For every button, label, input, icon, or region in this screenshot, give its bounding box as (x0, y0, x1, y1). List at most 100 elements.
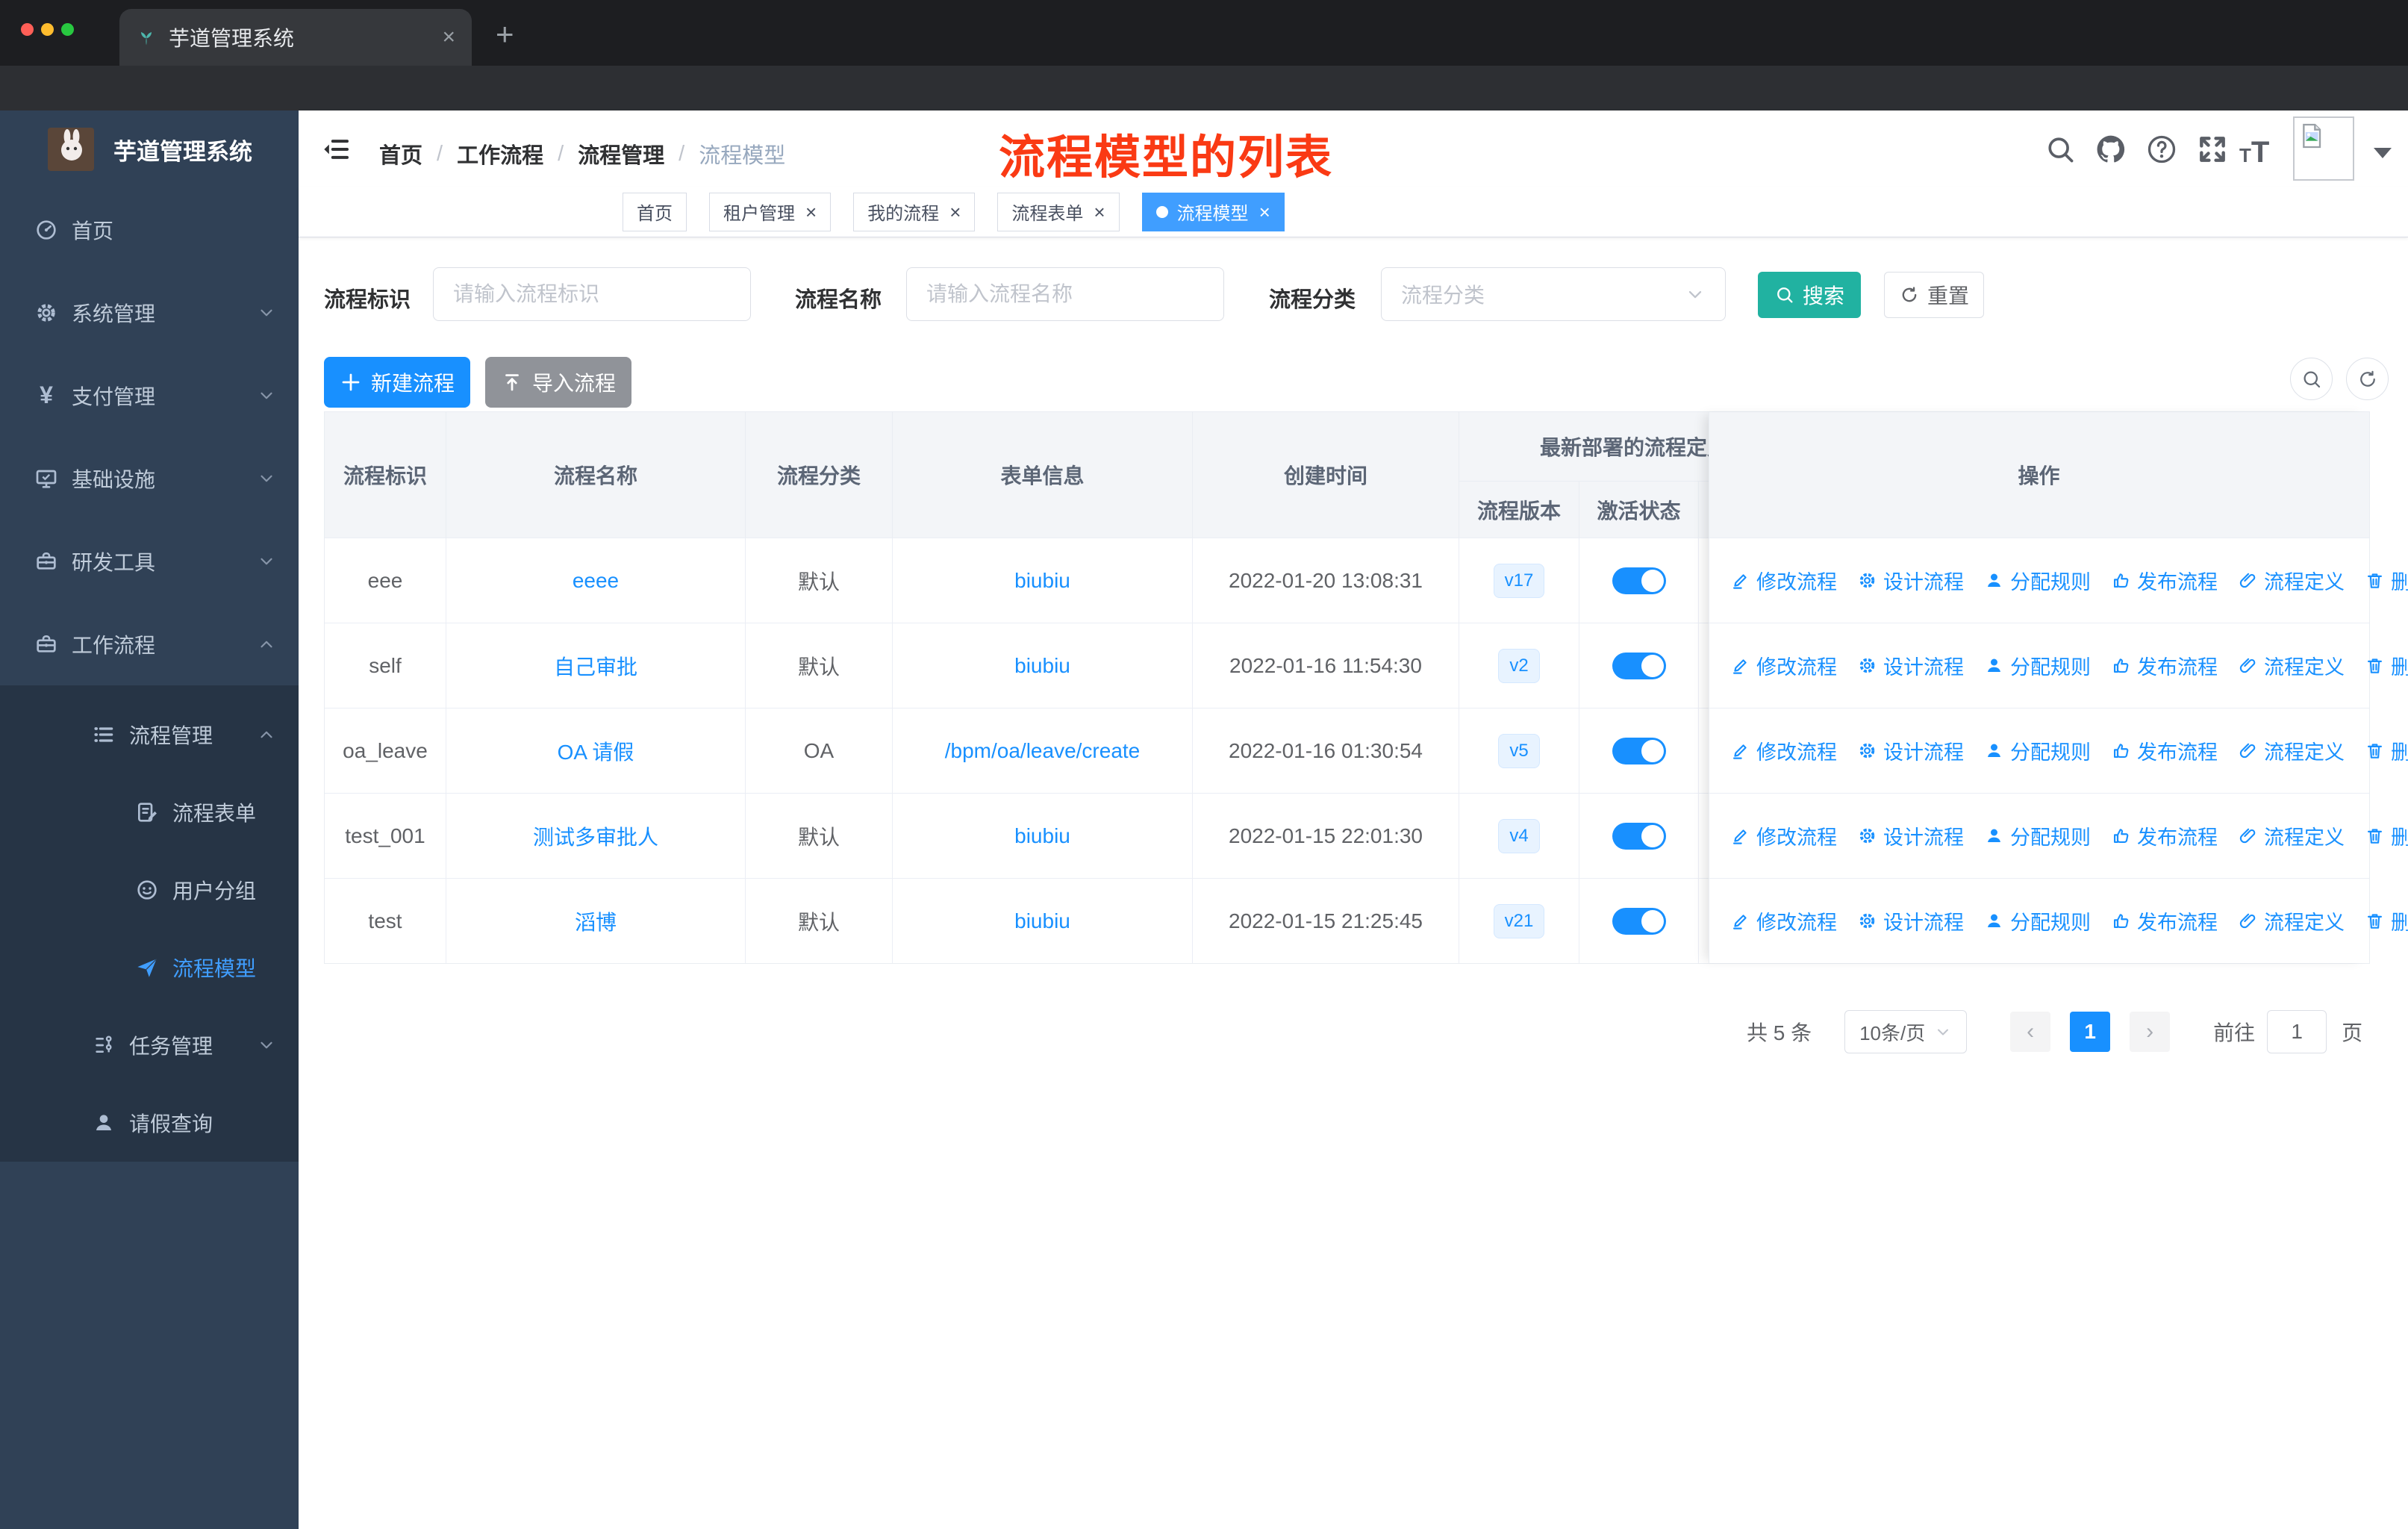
breadcrumb-home[interactable]: 首页 (379, 138, 422, 169)
process-name-input[interactable] (906, 267, 1224, 321)
action-assign[interactable]: 分配规则 (1984, 906, 2091, 935)
sidebar-item-list[interactable]: 流程管理 (0, 696, 299, 773)
tag-close-icon[interactable]: × (805, 202, 817, 222)
window-close-dot[interactable] (21, 23, 34, 36)
action-delete[interactable]: 删除 (2365, 736, 2408, 765)
sidebar-item-briefcase[interactable]: 工作流程 (0, 602, 299, 685)
process-name-link[interactable]: 测试多审批人 (446, 794, 746, 878)
action-delete[interactable]: 删除 (2365, 906, 2408, 935)
browser-tab[interactable]: 芋道管理系统 × (119, 9, 472, 66)
avatar-caret-icon[interactable] (2374, 148, 2392, 158)
form-info-link[interactable]: /bpm/oa/leave/create (893, 709, 1193, 793)
sidebar-fold-icon[interactable] (321, 134, 351, 164)
sidebar-item-tasks[interactable]: 任务管理 (0, 1006, 299, 1084)
action-edit[interactable]: 修改流程 (1730, 566, 1837, 595)
sidebar-item-monitor[interactable]: 基础设施 (0, 437, 299, 520)
process-category-select[interactable]: 流程分类 (1381, 267, 1726, 321)
action-design[interactable]: 设计流程 (1857, 566, 1964, 595)
form-info-link[interactable]: biubiu (893, 623, 1193, 708)
action-delete[interactable]: 删除 (2365, 821, 2408, 850)
action-design[interactable]: 设计流程 (1857, 821, 1964, 850)
active-toggle[interactable] (1612, 652, 1666, 679)
action-definition[interactable]: 流程定义 (2238, 906, 2345, 935)
search-button[interactable]: 搜索 (1758, 272, 1861, 318)
help-icon[interactable] (2145, 133, 2178, 166)
action-edit[interactable]: 修改流程 (1730, 736, 1837, 765)
sidebar-item-gear[interactable]: 系统管理 (0, 271, 299, 354)
action-delete[interactable]: 删除 (2365, 566, 2408, 595)
action-assign[interactable]: 分配规则 (1984, 566, 2091, 595)
form-info-link[interactable]: biubiu (893, 879, 1193, 963)
action-assign[interactable]: 分配规则 (1984, 736, 2091, 765)
sidebar-item-dashboard[interactable]: 首页 (0, 188, 299, 271)
sidebar-item-toolbox[interactable]: 研发工具 (0, 520, 299, 602)
reset-button[interactable]: 重置 (1884, 272, 1984, 318)
tab-close-icon[interactable]: × (442, 25, 455, 50)
breadcrumb-workflow[interactable]: 工作流程 (457, 138, 543, 169)
sidebar-item-group[interactable]: 用户分组 (0, 851, 299, 929)
prev-page-button[interactable]: ‹ (2010, 1012, 2051, 1052)
font-size-icon[interactable]: TT (2239, 136, 2269, 169)
brand[interactable]: 芋道管理系统 (0, 110, 299, 188)
sidebar-item-yen[interactable]: ¥ 支付管理 (0, 354, 299, 437)
action-edit[interactable]: 修改流程 (1730, 906, 1837, 935)
publish-icon (2113, 829, 2129, 844)
form-info-link[interactable]: biubiu (893, 538, 1193, 623)
active-toggle[interactable] (1612, 567, 1666, 594)
action-design[interactable]: 设计流程 (1857, 736, 1964, 765)
avatar[interactable] (2293, 116, 2354, 181)
page-size-select[interactable]: 10条/页 (1844, 1010, 1968, 1053)
col-header-category: 流程分类 (746, 412, 893, 538)
action-publish[interactable]: 发布流程 (2111, 906, 2218, 935)
tag-item[interactable]: 流程表单 × (997, 192, 1120, 231)
process-name-link[interactable]: OA 请假 (446, 709, 746, 793)
window-minimize-dot[interactable] (41, 23, 54, 36)
action-assign[interactable]: 分配规则 (1984, 821, 2091, 850)
action-assign[interactable]: 分配规则 (1984, 651, 2091, 680)
tag-close-icon[interactable]: × (1094, 202, 1105, 222)
process-name-link[interactable]: 自己审批 (446, 623, 746, 708)
action-publish[interactable]: 发布流程 (2111, 821, 2218, 850)
tag-close-icon[interactable]: × (1259, 202, 1270, 222)
action-publish[interactable]: 发布流程 (2111, 566, 2218, 595)
active-toggle[interactable] (1612, 822, 1666, 850)
action-definition[interactable]: 流程定义 (2238, 651, 2345, 680)
action-edit[interactable]: 修改流程 (1730, 651, 1837, 680)
tag-item[interactable]: 租户管理 × (709, 192, 832, 231)
tag-item[interactable]: 我的流程 × (853, 192, 976, 231)
sidebar-item-user[interactable]: 请假查询 (0, 1084, 299, 1162)
toggle-search-button[interactable] (2290, 358, 2333, 400)
refresh-table-button[interactable] (2346, 358, 2389, 400)
process-name-link[interactable]: eeee (446, 538, 746, 623)
action-publish[interactable]: 发布流程 (2111, 736, 2218, 765)
new-tab-icon[interactable]: + (496, 16, 514, 52)
action-design[interactable]: 设计流程 (1857, 651, 1964, 680)
next-page-button[interactable]: › (2130, 1012, 2171, 1052)
action-edit[interactable]: 修改流程 (1730, 821, 1837, 850)
sidebar-item-send[interactable]: 流程模型 (0, 929, 299, 1006)
action-definition[interactable]: 流程定义 (2238, 566, 2345, 595)
import-process-button[interactable]: 导入流程 (485, 357, 631, 408)
action-publish[interactable]: 发布流程 (2111, 651, 2218, 680)
active-toggle[interactable] (1612, 907, 1666, 935)
action-definition[interactable]: 流程定义 (2238, 736, 2345, 765)
current-page-button[interactable]: 1 (2070, 1012, 2111, 1052)
action-delete[interactable]: 删除 (2365, 651, 2408, 680)
action-design[interactable]: 设计流程 (1857, 906, 1964, 935)
form-info-link[interactable]: biubiu (893, 794, 1193, 878)
goto-page-input[interactable] (2267, 1010, 2327, 1053)
sidebar-item-form[interactable]: 流程表单 (0, 773, 299, 851)
tag-item[interactable]: 流程模型 × (1141, 192, 1285, 231)
fullscreen-icon[interactable] (2196, 133, 2229, 166)
tag-item[interactable]: 首页 (623, 192, 687, 231)
process-key-input[interactable] (433, 267, 751, 321)
tag-close-icon[interactable]: × (949, 202, 961, 222)
process-name-link[interactable]: 滔博 (446, 879, 746, 963)
active-toggle[interactable] (1612, 737, 1666, 764)
window-zoom-dot[interactable] (61, 23, 74, 36)
github-icon[interactable] (2094, 133, 2127, 166)
search-icon[interactable] (2044, 133, 2077, 166)
new-process-button[interactable]: 新建流程 (324, 357, 470, 408)
action-definition[interactable]: 流程定义 (2238, 821, 2345, 850)
breadcrumb-process-manage[interactable]: 流程管理 (578, 138, 664, 169)
